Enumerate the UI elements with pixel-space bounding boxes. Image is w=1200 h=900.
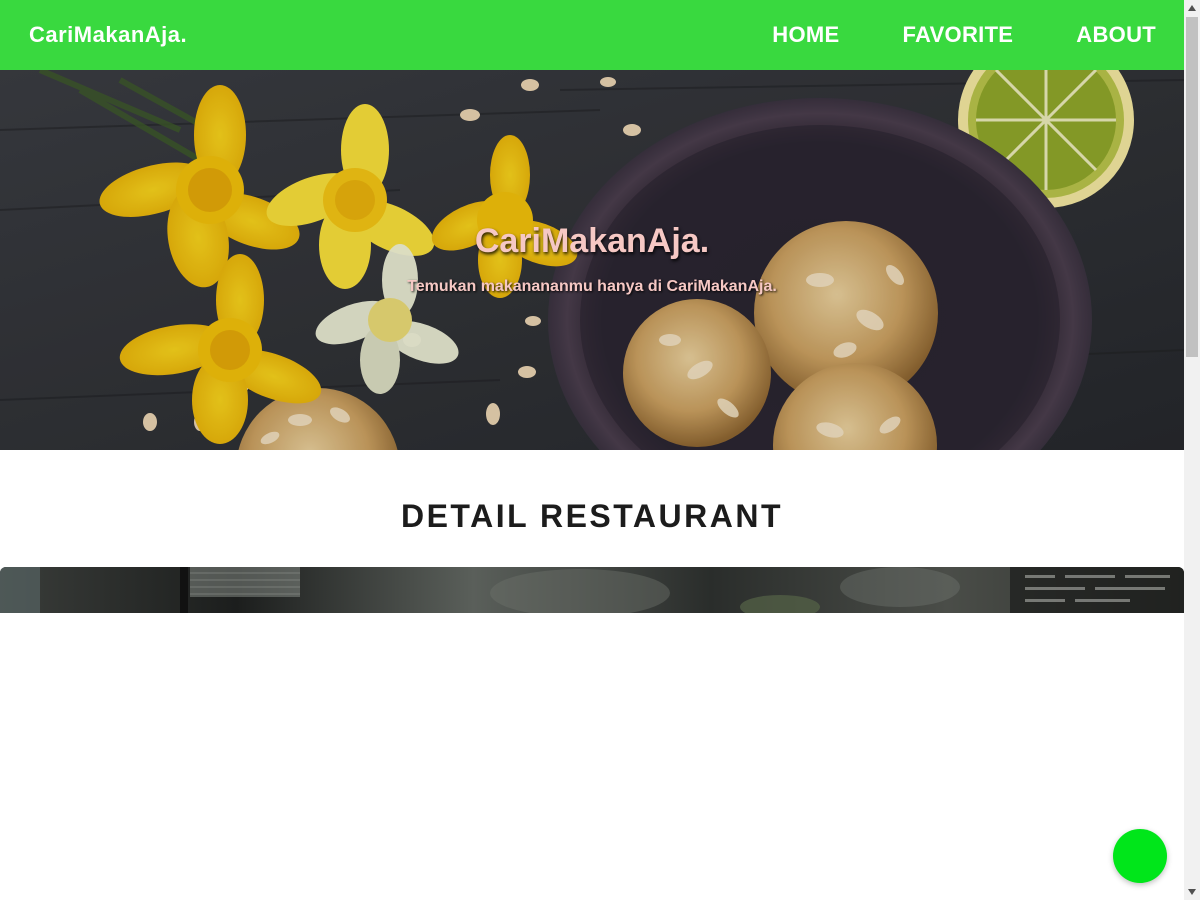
hero-title: CariMakanAja. (474, 222, 710, 260)
nav-link-favorite[interactable]: FAVORITE (903, 22, 1014, 48)
hero-banner: CariMakanAja. Temukan makanananmu hanya … (0, 70, 1184, 450)
hero-tagline: Temukan makanananmu hanya di CariMakanAj… (407, 278, 777, 295)
scroll-up-button[interactable] (1184, 0, 1200, 16)
scroll-thumb[interactable] (1186, 17, 1198, 357)
vertical-scrollbar[interactable] (1184, 0, 1200, 900)
triangle-down-icon (1188, 889, 1196, 895)
favorite-button[interactable] (1113, 829, 1167, 883)
nav-links: HOME FAVORITE ABOUT (772, 22, 1156, 48)
heart-icon (1130, 845, 1150, 865)
brand-logo-link[interactable]: CariMakanAja. (29, 22, 187, 48)
section-title: DETAIL RESTAURANT (400, 498, 784, 534)
nav-link-about[interactable]: ABOUT (1076, 22, 1156, 48)
navbar: CariMakanAja. HOME FAVORITE ABOUT (0, 0, 1184, 70)
restaurant-photo (0, 567, 1184, 613)
scroll-down-button[interactable] (1184, 884, 1200, 900)
triangle-up-icon (1188, 5, 1196, 11)
page-viewport: CariMakanAja. HOME FAVORITE ABOUT CariMa… (0, 0, 1184, 900)
nav-link-home[interactable]: HOME (772, 22, 839, 48)
restaurant-image (0, 567, 1184, 613)
